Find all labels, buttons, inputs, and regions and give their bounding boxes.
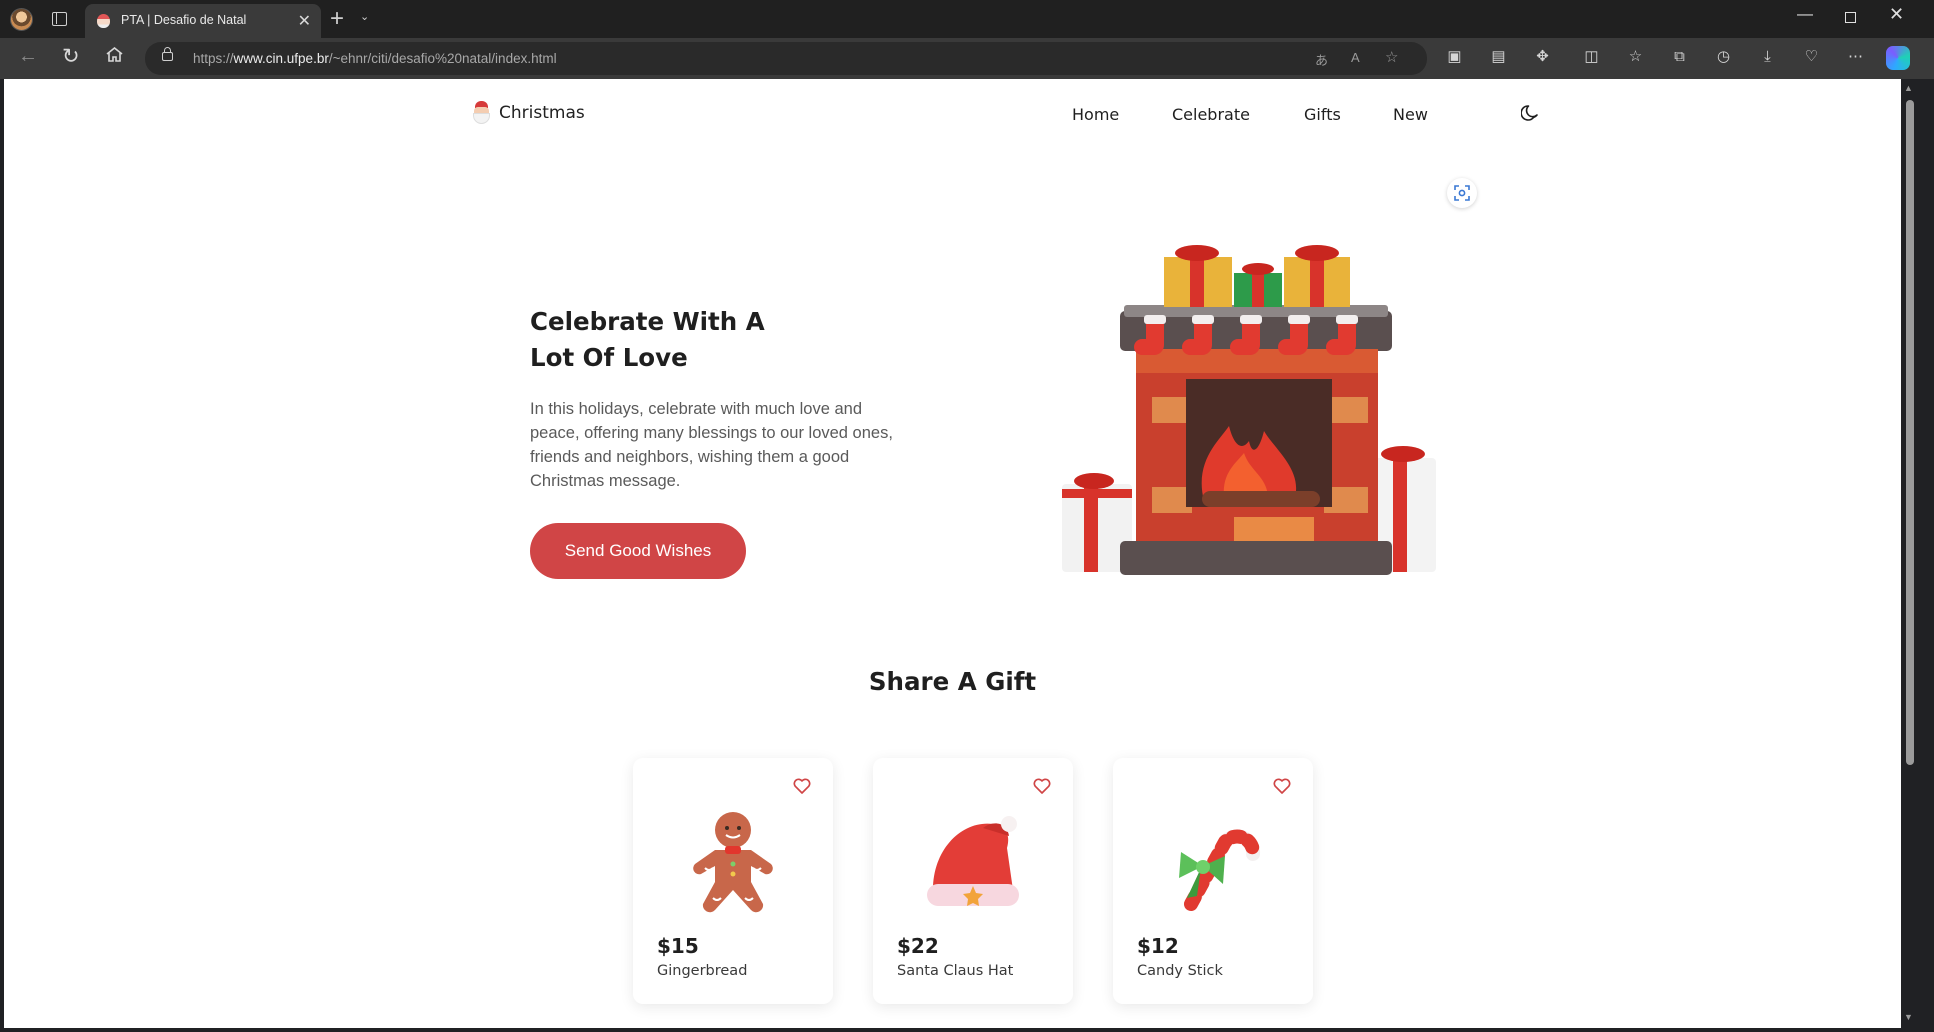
moon-icon[interactable] xyxy=(1521,104,1539,122)
browser-tab-bar: PTA | Desafio de Natal ✕ + ⌄ — ✕ xyxy=(0,0,1934,38)
nav-home[interactable]: Home xyxy=(1072,105,1119,124)
read-aloud-icon[interactable]: A xyxy=(1351,50,1360,65)
tab-actions-icon[interactable] xyxy=(52,12,67,26)
gift-name: Candy Stick xyxy=(1137,963,1223,979)
gift-price: $15 xyxy=(657,934,699,958)
gift-card[interactable]: $22 Santa Claus Hat xyxy=(873,758,1073,1004)
copilot-icon[interactable] xyxy=(1886,46,1910,70)
scrollbar-thumb[interactable] xyxy=(1906,100,1914,765)
address-bar-row: ← ↻ https://www.cin.ufpe.br/~ehnr/citi/d… xyxy=(0,38,1934,79)
brand-name[interactable]: Christmas xyxy=(499,103,585,123)
brand-logo[interactable]: Christmas xyxy=(472,101,585,125)
extension-2-icon[interactable]: ▤ xyxy=(1489,48,1508,66)
nav-new[interactable]: New xyxy=(1393,105,1428,124)
reload-icon[interactable]: ↻ xyxy=(62,44,80,69)
split-screen-icon[interactable]: ◫ xyxy=(1582,48,1601,66)
fireplace-illustration xyxy=(1062,245,1436,575)
page-viewport: Christmas Home Celebrate Gifts New Celeb… xyxy=(4,79,1901,1028)
extensions-puzzle-icon[interactable]: ✥ xyxy=(1533,48,1552,66)
gift-name: Santa Claus Hat xyxy=(897,963,1014,979)
visual-search-button[interactable] xyxy=(1447,178,1477,208)
tab-list-chevron-icon[interactable]: ⌄ xyxy=(360,10,369,23)
new-tab-icon[interactable]: + xyxy=(330,5,344,33)
collections-icon[interactable]: ⧉ xyxy=(1670,48,1689,66)
gift-price: $22 xyxy=(897,934,939,958)
settings-more-icon[interactable]: ⋯ xyxy=(1846,48,1865,66)
heart-icon[interactable] xyxy=(1273,778,1291,794)
gifts-section-title: Share A Gift xyxy=(868,667,1037,696)
candy-cane-icon xyxy=(1179,829,1261,911)
send-good-wishes-button[interactable]: Send Good Wishes xyxy=(530,523,746,579)
visual-search-icon xyxy=(1454,185,1470,201)
browser-essentials-icon[interactable]: ♡ xyxy=(1802,48,1821,66)
extension-1-icon[interactable]: ▣ xyxy=(1445,48,1464,66)
url-bar[interactable]: https://www.cin.ufpe.br/~ehnr/citi/desaf… xyxy=(145,42,1427,75)
history-icon[interactable]: ◷ xyxy=(1714,48,1733,66)
profile-avatar[interactable] xyxy=(10,8,33,31)
heart-icon[interactable] xyxy=(1033,778,1051,794)
window-minimize-icon[interactable]: — xyxy=(1797,6,1813,24)
tab-close-icon[interactable]: ✕ xyxy=(298,11,311,31)
gift-card[interactable]: $15 Gingerbread xyxy=(633,758,833,1004)
hero-title-line-1: Celebrate With A xyxy=(530,307,765,336)
lock-icon[interactable] xyxy=(162,47,173,61)
translate-icon[interactable]: あ xyxy=(1315,50,1328,69)
favorite-star-icon[interactable]: ☆ xyxy=(1385,48,1398,66)
favorites-icon[interactable]: ☆ xyxy=(1626,48,1645,66)
heart-icon[interactable] xyxy=(793,778,811,794)
scroll-down-arrow-icon[interactable]: ▼ xyxy=(1904,1012,1913,1022)
gift-card[interactable]: $12 Candy Stick xyxy=(1113,758,1313,1004)
santa-favicon-icon xyxy=(97,14,110,28)
downloads-icon[interactable]: ⤓ xyxy=(1758,48,1777,66)
browser-tab[interactable]: PTA | Desafio de Natal ✕ xyxy=(85,4,321,38)
gingerbread-icon xyxy=(693,812,773,913)
window-close-icon[interactable]: ✕ xyxy=(1889,4,1904,25)
santa-hat-icon xyxy=(927,816,1019,906)
url-text[interactable]: https://www.cin.ufpe.br/~ehnr/citi/desaf… xyxy=(193,51,557,66)
home-icon[interactable] xyxy=(106,47,123,62)
gift-price: $12 xyxy=(1137,934,1179,958)
scroll-up-arrow-icon[interactable]: ▲ xyxy=(1904,83,1913,93)
back-arrow-icon[interactable]: ← xyxy=(18,45,38,68)
gift-name: Gingerbread xyxy=(657,963,748,979)
nav-gifts[interactable]: Gifts xyxy=(1304,105,1341,124)
window-restore-icon[interactable] xyxy=(1845,12,1856,23)
hero-description: In this holidays, celebrate with much lo… xyxy=(530,400,893,490)
santa-icon xyxy=(472,101,491,125)
hero-title: Celebrate With A Lot Of Love xyxy=(530,304,830,376)
page: Christmas Home Celebrate Gifts New Celeb… xyxy=(4,79,1901,1028)
tab-title: PTA | Desafio de Natal xyxy=(121,13,247,27)
hero-title-line-2: Lot Of Love xyxy=(530,343,688,372)
nav-celebrate[interactable]: Celebrate xyxy=(1172,105,1250,124)
